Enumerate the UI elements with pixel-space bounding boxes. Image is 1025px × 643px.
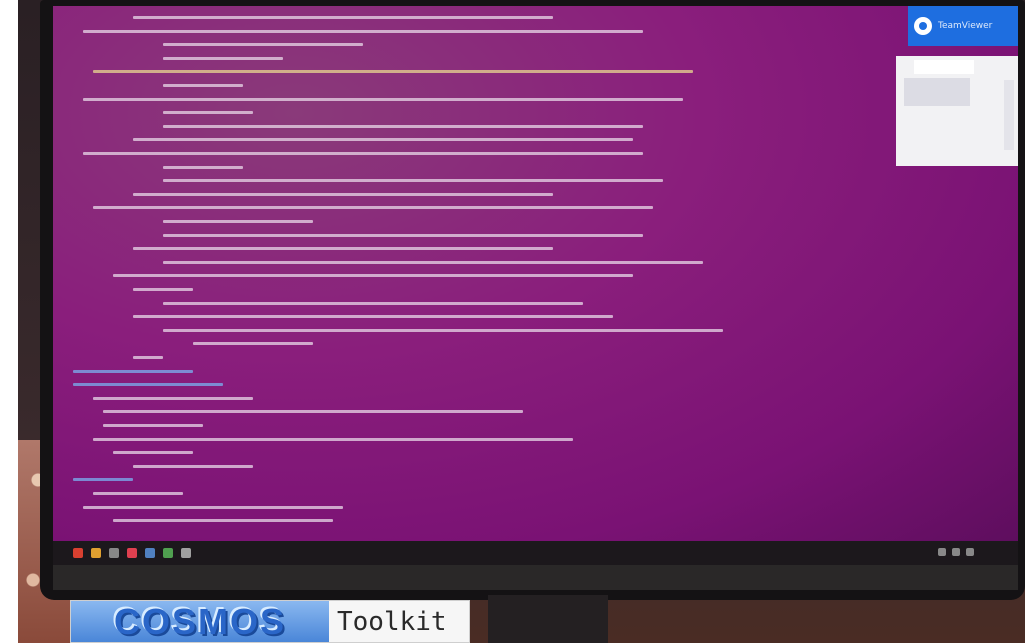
remote-app-content	[904, 78, 970, 106]
taskbar-app-icon[interactable]	[127, 548, 137, 558]
photo-frame: TeamViewer	[18, 0, 1025, 643]
cosmos-toolkit-logo: COSMOS Toolkit	[70, 600, 470, 643]
code-line	[163, 301, 583, 305]
code-line	[133, 247, 553, 251]
code-line	[103, 424, 203, 427]
code-line	[163, 260, 703, 264]
code-line	[83, 152, 643, 155]
code-line	[93, 396, 253, 400]
code-line	[133, 315, 613, 319]
code-line	[83, 505, 343, 509]
logo-product: Toolkit	[329, 601, 469, 642]
taskbar-app-icon[interactable]	[181, 548, 191, 558]
code-line	[113, 519, 333, 523]
code-line	[83, 97, 683, 101]
remote-app-window[interactable]: TeamViewer	[896, 6, 1018, 176]
code-line	[163, 220, 313, 223]
taskbar	[53, 541, 1018, 565]
remote-app-panel	[896, 56, 1018, 166]
code-line	[93, 70, 693, 74]
code-line	[133, 356, 163, 359]
taskbar-app-icon[interactable]	[109, 548, 119, 558]
code-line	[113, 451, 193, 455]
code-line	[133, 192, 553, 196]
code-line	[163, 328, 723, 332]
taskbar-icons	[73, 548, 191, 558]
taskbar-app-icon[interactable]	[163, 548, 173, 558]
code-line	[163, 84, 243, 87]
code-line	[163, 165, 243, 169]
taskbar-app-icon[interactable]	[91, 548, 101, 558]
remote-app-scrollbar[interactable]	[1004, 80, 1014, 150]
code-line	[163, 124, 643, 128]
volume-icon[interactable]	[952, 548, 960, 556]
remote-app-title: TeamViewer	[938, 21, 993, 31]
code-line	[133, 16, 553, 19]
code-line	[93, 206, 653, 210]
teamviewer-icon	[914, 17, 932, 35]
system-tray	[938, 548, 978, 558]
code-line	[133, 288, 193, 291]
monitor-screen: TeamViewer	[53, 6, 1018, 541]
remote-app-tab[interactable]	[914, 60, 974, 74]
code-line	[103, 410, 523, 414]
code-line	[133, 138, 633, 142]
code-line	[83, 29, 643, 33]
monitor-stand	[488, 595, 608, 643]
code-line	[133, 464, 253, 468]
taskbar-app-icon[interactable]	[145, 548, 155, 558]
code-line	[163, 179, 663, 183]
code-line	[73, 369, 193, 373]
code-line	[73, 478, 133, 482]
code-line	[93, 437, 573, 441]
clock-icon[interactable]	[966, 548, 974, 556]
logo-brand: COSMOS	[71, 601, 329, 642]
network-icon[interactable]	[938, 548, 946, 556]
remote-app-titlebar[interactable]: TeamViewer	[908, 6, 1018, 46]
monitor-chin	[53, 565, 1018, 590]
code-line	[193, 342, 313, 346]
code-line	[163, 43, 363, 47]
code-line	[93, 492, 183, 495]
code-line	[163, 111, 253, 115]
code-line	[163, 233, 643, 237]
code-line	[73, 383, 223, 387]
taskbar-app-icon[interactable]	[73, 548, 83, 558]
code-line	[113, 274, 633, 278]
code-line	[163, 56, 283, 60]
